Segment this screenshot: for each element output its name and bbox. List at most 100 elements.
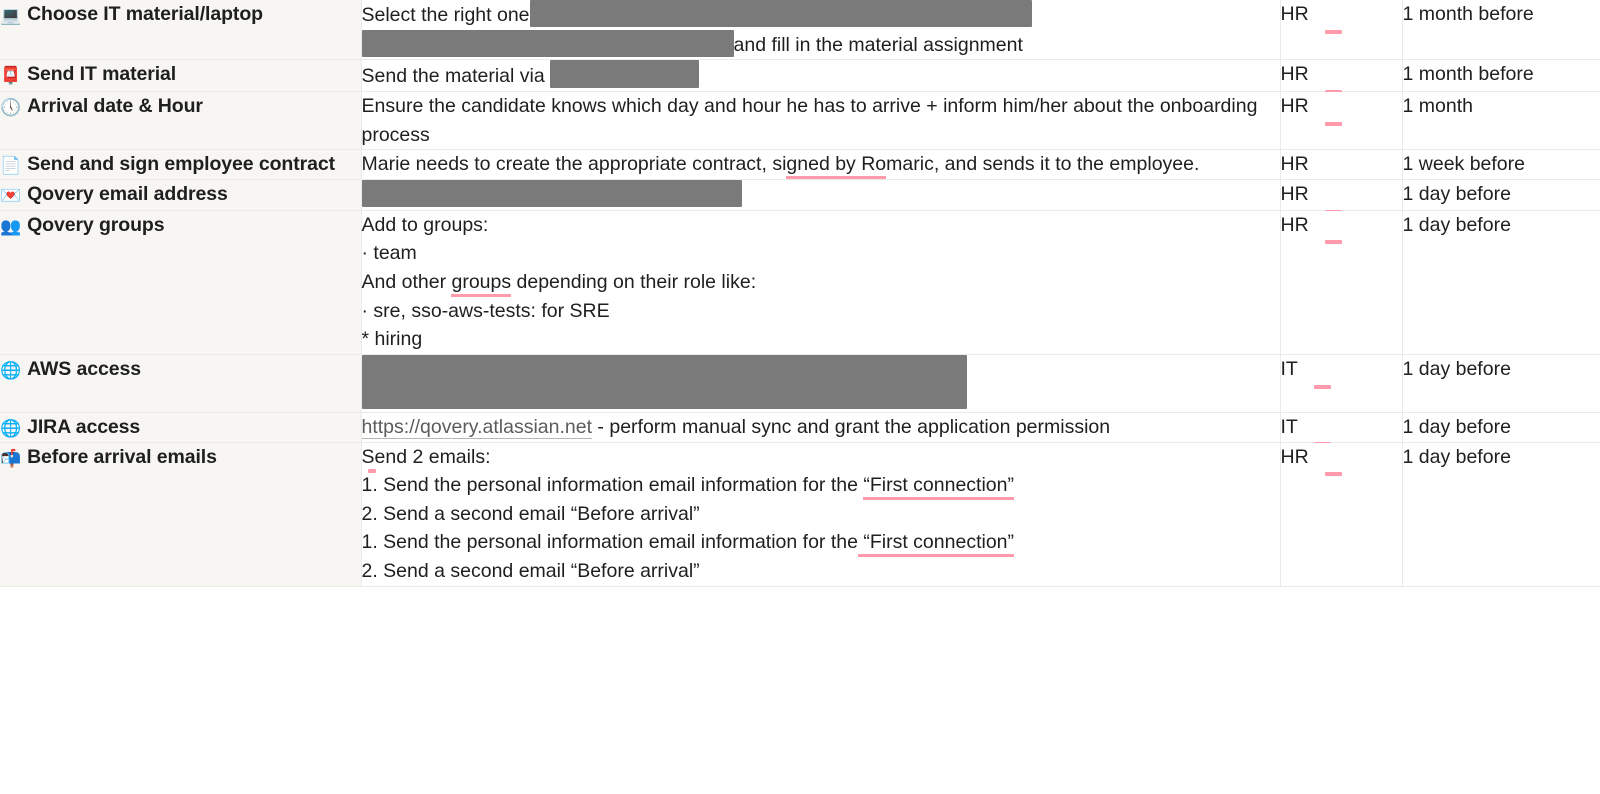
timing-cell[interactable]: 1 day before [1402,179,1600,211]
laptop-icon: 💻 [0,6,22,26]
task-name-label: AWS access [27,358,141,381]
owner-cell[interactable]: HR [1280,0,1403,61]
owner-cell[interactable]: HR [1280,442,1403,587]
description-text: - perform manual sync and grant the appl… [592,415,1111,438]
timing-label: 1 day before [1402,445,1511,468]
task-name-label: Send IT material [27,63,177,86]
owner-cell[interactable]: IT [1280,354,1403,413]
task-description-cell[interactable]: Add to groups: · team And other groups dep… [361,210,1281,356]
table-row: 📄 Send and sign employee contract Marie ne… [0,149,1600,184]
timing-cell[interactable]: 1 month before [1402,59,1600,92]
task-description-cell[interactable]: Marie needs to create the appropriate co… [361,149,1281,181]
description-line: * hiring [362,325,1280,354]
table-row: 📬 Before arrival emails Send 2 emails: 1. S… [0,442,1600,587]
timing-label: 1 day before [1402,183,1511,206]
description-text: * hiring [361,328,423,351]
description-line [361,180,1280,210]
description-line: · sre, sso-aws-tests: for SRE [362,297,1280,326]
description-line: 2. Send a second email “Before arrival” [362,500,1280,529]
mailbox-icon: 📬 [0,448,22,469]
table-row: 💌 Qovery email address HR 1 day before [0,179,1600,214]
owner-label: HR [1280,63,1309,86]
timing-cell[interactable]: 1 day before [1402,442,1600,587]
spellcheck-marker-icon [1324,121,1342,126]
description-line: 1. Send the personal information email i… [361,471,1280,501]
description-line: 1. Send the personal information email i… [361,528,1280,558]
table-row: 👥 Qovery groups Add to groups: · team And ot… [0,210,1600,356]
spellcheck-flagged-text: groups [451,271,512,298]
description-text: 2. Send a second email “Before arrival” [361,560,700,583]
redacted-text-block [361,180,742,208]
task-description-cell[interactable]: Send 2 emails: 1. Send the personal infor… [361,442,1281,587]
spellcheck-marker-icon [1313,384,1331,389]
redacted-text-block [550,60,700,89]
description-text: maric, and sends it to the employee. [886,153,1200,176]
owner-label: IT [1280,358,1298,381]
description-line [361,355,1280,412]
task-name-label: Qovery email address [27,183,228,206]
task-name-label: Send and sign employee contract [27,153,335,176]
task-description-cell[interactable]: Select the right one and fill in the mate… [361,0,1281,61]
external-link[interactable]: https://qovery.atlassian.net [361,415,593,439]
timing-cell[interactable]: 1 month before [1402,0,1600,61]
redacted-text-block [529,0,1032,27]
task-name-cell[interactable]: 💌 Qovery email address [0,179,362,211]
love-letter-icon: 💌 [0,186,22,207]
owner-cell[interactable]: HR [1280,210,1403,356]
task-name-label: Arrival date & Hour [27,94,203,117]
task-name-cell[interactable]: 📄 Send and sign employee contract [0,149,362,181]
description-line: · team [362,239,1280,268]
task-name-cell[interactable]: 🌐 AWS access [0,354,362,413]
task-name-cell[interactable]: 📬 Before arrival emails [0,442,362,587]
task-name-label: Before arrival emails [27,445,217,468]
spellcheck-marker-icon [367,468,376,473]
timing-cell[interactable]: 1 day before [1402,210,1600,356]
table-row: 📮 Send IT material Send the material via H… [0,59,1600,94]
description-line: Marie needs to create the appropriate co… [361,150,1280,180]
timing-cell[interactable]: 1 month [1402,91,1600,151]
task-name-cell[interactable]: 💻 Choose IT material/laptop [0,0,362,61]
description-text: 1. Send the personal information email i… [361,531,858,554]
task-name-label: Qovery groups [27,213,165,236]
spellcheck-flagged-text: “First connection” [857,531,1015,558]
globe-icon: 🌐 [0,418,22,439]
task-description-cell[interactable] [361,179,1281,211]
description-line: 2. Send a second email “Before arrival” [362,557,1280,586]
timing-cell[interactable]: 1 day before [1402,412,1600,443]
task-description-cell[interactable]: Ensure the candidate knows which day and… [361,91,1281,151]
table-row: 🕔 Arrival date & Hour Ensure the candidate… [0,91,1600,151]
spellcheck-flagged-text: gned by Ro [786,153,887,180]
description-text: · sre, sso-aws-tests: for SRE [361,299,610,322]
spellcheck-marker-icon [1324,29,1342,34]
timing-label: 1 day before [1402,213,1511,236]
task-name-cell[interactable]: 📮 Send IT material [0,59,362,92]
two-people-icon: 👥 [0,216,22,237]
description-line: And other groups depending on their role… [362,268,1280,298]
task-name-cell[interactable]: 🌐 JIRA access [0,412,362,443]
clock-icon: 🕔 [0,97,22,118]
description-text: depending on their role like: [511,271,757,294]
owner-cell[interactable]: HR [1280,59,1403,94]
timing-cell[interactable]: 1 week before [1402,149,1600,181]
owner-cell[interactable]: HR [1280,179,1403,214]
task-description-cell[interactable] [361,354,1281,413]
task-description-cell[interactable]: Send the material via [361,59,1281,92]
table-row: 🌐 JIRA access https://qovery.atlassian.net… [0,412,1600,447]
timing-label: 1 month before [1402,63,1534,86]
owner-label: HR [1280,213,1309,236]
task-name-cell[interactable]: 👥 Qovery groups [0,210,362,356]
timing-cell[interactable]: 1 day before [1402,354,1600,413]
globe-icon: 🌐 [0,361,22,382]
description-text: Send 2 emails: [361,445,491,468]
owner-cell[interactable]: HR [1280,149,1403,184]
table-row: 💻 Choose IT material/laptop Select the rig… [0,0,1600,61]
task-name-cell[interactable]: 🕔 Arrival date & Hour [0,91,362,151]
owner-cell[interactable]: IT [1280,412,1403,447]
description-text: Marie needs to create the appropriate co… [361,153,787,176]
timing-label: 1 day before [1402,358,1511,381]
description-text: 1. Send the personal information email i… [361,474,864,497]
owner-cell[interactable]: HR [1280,91,1403,151]
description-line: and fill in the material assignment [361,29,1280,60]
task-description-cell[interactable]: https://qovery.atlassian.net - perform m… [361,412,1281,443]
description-text: Select the right one [361,4,530,26]
